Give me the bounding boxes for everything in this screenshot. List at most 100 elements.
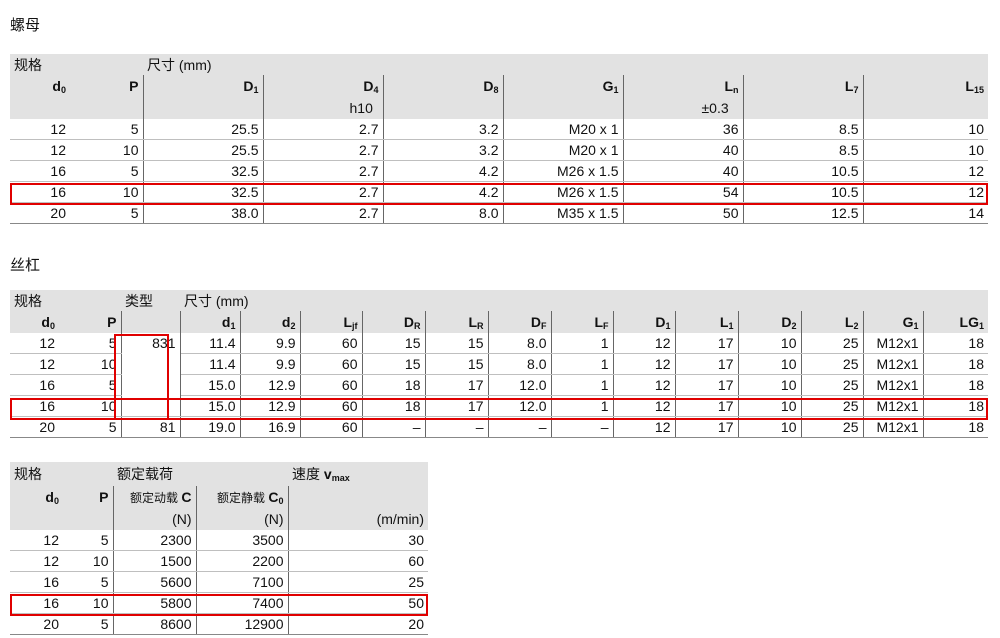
table-cell: 30 (288, 530, 428, 551)
screw-header-d0: d0 (10, 311, 59, 333)
screw-group-spec: 规格 (10, 290, 121, 311)
table-cell: 40 (623, 160, 744, 182)
table-cell: 8.0 (383, 202, 504, 224)
load-table: 规格 额定载荷 速度 vmax d0 P 额定动载 C 额定静载 C0 (N) … (10, 462, 428, 635)
table-cell: 14 (863, 202, 988, 224)
table-cell: 16 (10, 374, 59, 396)
table-cell: 18 (362, 395, 426, 417)
load-unit-speed: (m/min) (288, 508, 428, 530)
table-cell: 18 (923, 374, 988, 396)
load-header-static: 额定静载 C0 (196, 486, 289, 508)
table-cell: M12x1 (863, 416, 924, 438)
table-cell: 12 (613, 353, 676, 375)
table-cell: 25 (801, 395, 864, 417)
table-cell: 1 (551, 353, 614, 375)
table-cell: 60 (300, 416, 363, 438)
table-cell: 18 (923, 416, 988, 438)
load-group-speed: 速度 vmax (288, 462, 428, 486)
load-header-d0: d0 (10, 486, 63, 508)
table-cell: 8.0 (488, 333, 552, 354)
table-cell: 12 (10, 530, 63, 551)
table-cell: 2.7 (263, 139, 384, 161)
table-cell: 1500 (113, 550, 197, 572)
table-cell: 18 (923, 353, 988, 375)
load-unit-dynamic: (N) (113, 508, 197, 530)
table-cell: – (488, 416, 552, 438)
screw-header-LF: LF (551, 311, 614, 333)
table-cell: 12 (613, 395, 676, 417)
table-cell: 60 (288, 550, 428, 572)
table-cell: 25 (801, 374, 864, 396)
table-cell: 12.9 (240, 374, 301, 396)
table-cell: 11.4 (180, 353, 241, 375)
table-cell: 16 (10, 592, 63, 614)
table-cell: 5 (59, 416, 122, 438)
load-table-row: 12 10 1500 2200 60 (10, 550, 428, 572)
table-cell: 15.0 (180, 395, 241, 417)
table-cell: 20 (10, 613, 63, 635)
table-cell: 18 (923, 395, 988, 417)
table-cell: 15 (425, 333, 489, 354)
nut-tolerance-ln: ±0.3 (623, 97, 744, 119)
nut-group-dims: 尺寸 (mm) (143, 54, 988, 75)
screw-table-row: 16 5 15.0 12.9 60 18 17 12.0 1 12 17 10 25 M12x1 18 (10, 374, 988, 396)
table-cell: 9.9 (240, 333, 301, 354)
nut-section-title: 螺母 (10, 16, 41, 34)
table-cell: 16.9 (240, 416, 301, 438)
table-cell: 40 (623, 139, 744, 161)
table-cell: 11.4 (180, 333, 241, 354)
table-cell: 25 (801, 333, 864, 354)
table-cell: 17 (675, 353, 739, 375)
load-unit-static: (N) (196, 508, 289, 530)
screw-header-L2: L2 (801, 311, 864, 333)
table-cell: 10 (863, 139, 988, 161)
table-cell: 8.5 (743, 119, 864, 140)
screw-header-row: d0 P d1 d2 Ljf DR LR DF LF D1 L1 D2 L2 G… (10, 311, 988, 333)
table-cell: 60 (300, 353, 363, 375)
table-cell: 25 (288, 571, 428, 593)
table-cell: 16 (10, 395, 59, 417)
load-header-speed (288, 486, 428, 508)
screw-header-d1: d1 (180, 311, 241, 333)
table-cell: 60 (300, 374, 363, 396)
table-cell: 12.0 (488, 374, 552, 396)
table-cell: 12 (10, 139, 70, 161)
table-cell: 12 (613, 333, 676, 354)
table-cell: 8600 (113, 613, 197, 635)
table-cell: 10 (738, 353, 802, 375)
table-cell: 10 (70, 181, 144, 203)
table-cell: 18 (923, 333, 988, 354)
nut-header-L15: L15 (863, 75, 988, 97)
table-cell: M20 x 1 (503, 139, 624, 161)
load-table-row: 16 5 5600 7100 25 (10, 571, 428, 593)
table-cell: 10 (863, 119, 988, 140)
table-cell: 15 (425, 353, 489, 375)
nut-table-row: 16 10 32.5 2.7 4.2 M26 x 1.5 54 10.5 12 (10, 181, 988, 203)
table-cell: 15 (362, 333, 426, 354)
type-cell: 81 (121, 416, 181, 438)
table-cell: 17 (425, 374, 489, 396)
load-group-load: 额定载荷 (113, 462, 288, 486)
table-cell: – (425, 416, 489, 438)
type-cell (121, 374, 181, 396)
screw-table-row: 12 10 11.4 9.9 60 15 15 8.0 1 12 17 10 25 M12x1 18 (10, 353, 988, 375)
nut-header-L7: L7 (743, 75, 864, 97)
screw-header-p: P (59, 311, 122, 333)
table-cell: – (551, 416, 614, 438)
table-cell: 15.0 (180, 374, 241, 396)
table-cell: 17 (425, 395, 489, 417)
nut-header-row: d0 P D1 D4 D8 G1 Ln L7 L15 (10, 75, 988, 97)
screw-header-LG1: LG1 (923, 311, 988, 333)
table-cell: 2.7 (263, 160, 384, 182)
table-cell: 15 (362, 353, 426, 375)
table-cell: 1 (551, 374, 614, 396)
type-cell (121, 395, 181, 417)
table-cell: 32.5 (143, 181, 264, 203)
nut-header-p: P (70, 75, 144, 97)
table-cell: M26 x 1.5 (503, 160, 624, 182)
load-table-row: 20 5 8600 12900 20 (10, 613, 428, 635)
table-cell: 2200 (196, 550, 289, 572)
screw-header-Ljf: Ljf (300, 311, 363, 333)
table-cell: 10 (63, 592, 114, 614)
table-cell: 3.2 (383, 139, 504, 161)
